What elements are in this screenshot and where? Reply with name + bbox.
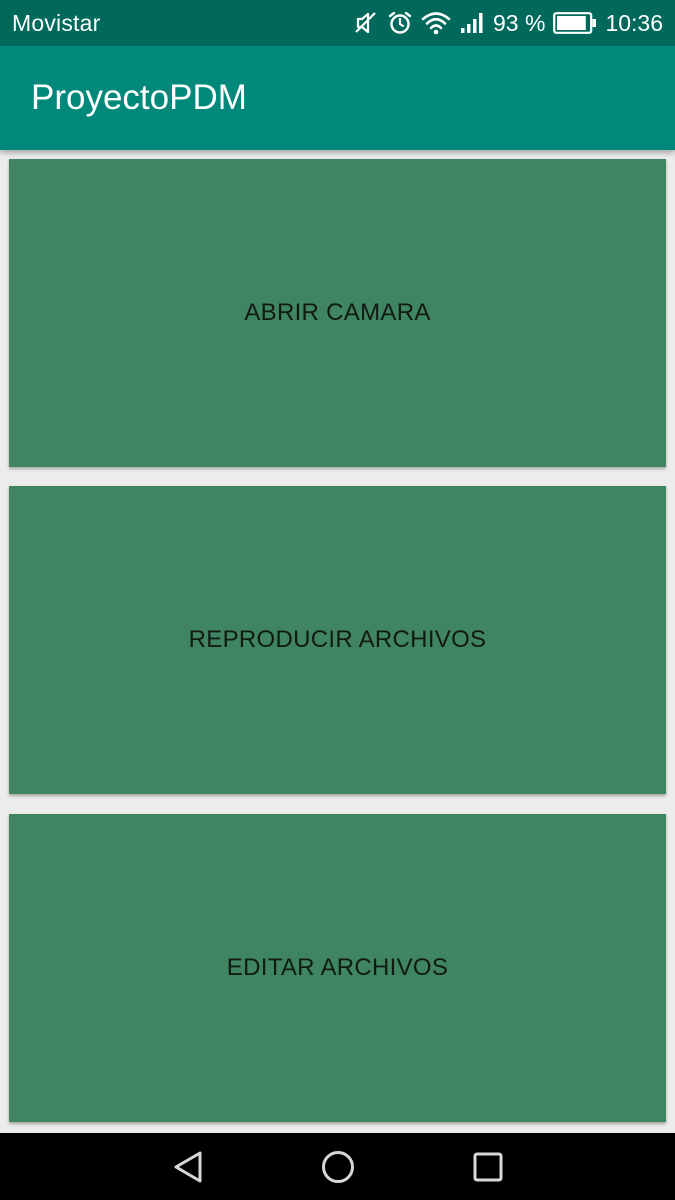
app-bar: ProyectoPDM xyxy=(0,46,675,150)
status-bar: Movistar 93 % 10:36 xyxy=(0,0,675,46)
app-title: ProyectoPDM xyxy=(31,78,247,117)
open-camera-button[interactable]: ABRIR CAMARA xyxy=(9,159,666,467)
carrier-name: Movistar xyxy=(12,9,101,36)
alarm-icon xyxy=(387,10,413,36)
navigation-bar xyxy=(0,1133,675,1200)
main-content: ABRIR CAMARA REPRODUCIR ARCHIVOS EDITAR … xyxy=(0,150,675,1133)
status-icons: 93 % 10:36 xyxy=(353,10,663,37)
play-files-button[interactable]: REPRODUCIR ARCHIVOS xyxy=(9,486,666,794)
mute-icon xyxy=(353,10,379,36)
wifi-icon xyxy=(421,10,451,36)
battery-icon xyxy=(553,12,597,34)
back-icon[interactable] xyxy=(168,1147,208,1187)
signal-icon xyxy=(459,10,485,36)
battery-percent: 93 % xyxy=(493,9,546,36)
home-icon[interactable] xyxy=(318,1147,358,1187)
clock: 10:36 xyxy=(605,9,663,36)
edit-files-button[interactable]: EDITAR ARCHIVOS xyxy=(9,814,666,1122)
recent-apps-icon[interactable] xyxy=(468,1147,508,1187)
